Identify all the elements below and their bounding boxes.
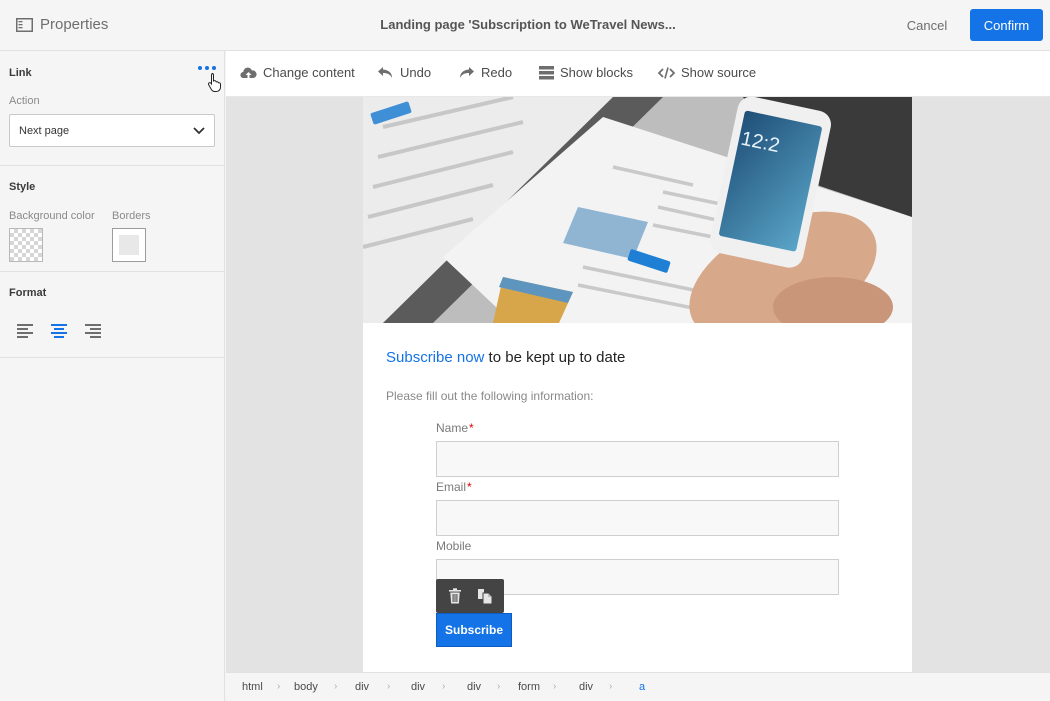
blocks-icon: [539, 65, 554, 79]
style-section-title: Style: [9, 181, 36, 193]
redo-label: Redo: [481, 65, 513, 80]
hero-image: 12:2: [363, 97, 912, 323]
landing-page: 12:2 Subscribe now to be kept up to date…: [363, 97, 912, 672]
breadcrumb-separator-icon: ›: [497, 681, 501, 692]
breadcrumb-separator-icon: ›: [277, 681, 281, 692]
editor-toolbar: Change content Undo Redo Show blocks Sho…: [226, 51, 1050, 97]
email-input[interactable]: [436, 500, 839, 536]
top-bar: Properties Landing page 'Subscription to…: [0, 0, 1050, 51]
undo-label: Undo: [400, 65, 432, 80]
breadcrumb-separator-icon: ›: [442, 681, 446, 692]
redo-button[interactable]: Redo: [458, 65, 512, 80]
email-field-label: Email*: [436, 480, 472, 494]
element-breadcrumb: html › body › div › div › div › form › d…: [226, 672, 1050, 701]
email-label-text: Email: [436, 480, 467, 494]
subscribe-heading: Subscribe now to be kept up to date: [386, 349, 625, 366]
heading-rest-text: to be kept up to date: [484, 349, 626, 366]
hand-cursor-icon: [207, 73, 221, 92]
breadcrumb-separator-icon: ›: [609, 681, 613, 692]
breadcrumb-separator-icon: ›: [553, 681, 557, 692]
breadcrumb-item-div[interactable]: div: [411, 681, 425, 693]
intro-text: Please fill out the following informatio…: [386, 389, 594, 403]
breadcrumb-separator-icon: ›: [334, 681, 338, 692]
style-section: Style Background color Borders: [0, 166, 224, 272]
action-select-value: Next page: [19, 125, 70, 137]
name-field-label: Name*: [436, 421, 474, 435]
action-select[interactable]: Next page: [9, 114, 215, 147]
breadcrumb-item-div[interactable]: div: [467, 681, 481, 693]
subscribe-button[interactable]: Subscribe: [436, 613, 512, 647]
name-input[interactable]: [436, 441, 839, 477]
background-color-swatch[interactable]: [9, 228, 43, 262]
chevron-down-icon: [193, 127, 205, 135]
redo-icon: [460, 66, 474, 78]
change-content-label: Change content: [263, 65, 355, 80]
code-icon: [658, 66, 675, 79]
breadcrumb-item-html[interactable]: html: [242, 681, 263, 693]
page-title: Landing page 'Subscription to WeTravel N…: [380, 17, 676, 32]
borders-swatch[interactable]: [112, 228, 146, 262]
borders-label: Borders: [112, 210, 151, 222]
cancel-button[interactable]: Cancel: [898, 10, 956, 40]
required-marker: *: [469, 421, 474, 435]
change-content-button[interactable]: Change content: [240, 65, 355, 80]
show-blocks-button[interactable]: Show blocks: [539, 65, 633, 80]
block-toolbar: [436, 579, 504, 613]
breadcrumb-item-div[interactable]: div: [579, 681, 593, 693]
align-left-button[interactable]: [17, 324, 35, 340]
editor-canvas: 12:2 Subscribe now to be kept up to date…: [226, 97, 1050, 672]
background-color-label: Background color: [9, 210, 95, 222]
undo-button[interactable]: Undo: [377, 65, 431, 80]
breadcrumb-separator-icon: ›: [387, 681, 391, 692]
format-section: Format: [0, 272, 224, 358]
duplicate-icon[interactable]: [477, 588, 493, 604]
name-label-text: Name: [436, 421, 469, 435]
more-options-icon[interactable]: [198, 64, 216, 72]
align-right-button[interactable]: [85, 324, 103, 340]
breadcrumb-item-body[interactable]: body: [294, 681, 318, 693]
confirm-button[interactable]: Confirm: [970, 9, 1043, 41]
required-marker: *: [467, 480, 472, 494]
link-section-title: Link: [9, 67, 32, 79]
breadcrumb-item-div[interactable]: div: [355, 681, 369, 693]
undo-icon: [378, 66, 392, 78]
breadcrumb-item-form[interactable]: form: [518, 681, 540, 693]
align-center-button[interactable]: [51, 324, 69, 340]
subscribe-now-link[interactable]: Subscribe now: [386, 349, 484, 366]
properties-panel: Link Action Next page Style Background c…: [0, 51, 225, 701]
show-source-button[interactable]: Show source: [658, 65, 756, 80]
mobile-field-label: Mobile: [436, 539, 472, 553]
trash-icon[interactable]: [448, 588, 462, 604]
show-source-label: Show source: [681, 65, 757, 80]
breadcrumb-item-a[interactable]: a: [639, 681, 645, 693]
show-blocks-label: Show blocks: [560, 65, 633, 80]
action-label: Action: [9, 95, 40, 107]
link-section: Link Action Next page: [0, 51, 224, 166]
cloud-upload-icon: [240, 67, 257, 79]
format-section-title: Format: [9, 287, 47, 299]
